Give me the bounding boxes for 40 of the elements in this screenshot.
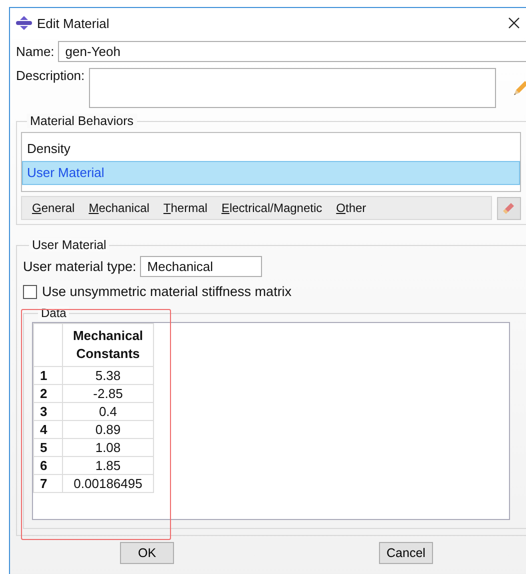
group-title: User Material [29, 238, 110, 252]
field-label: Description: [16, 68, 85, 83]
group-title: Material Behaviors [27, 114, 137, 128]
table-cell[interactable]: 0.4 [62, 402, 154, 420]
window-title: Edit Material [37, 16, 110, 30]
name-field[interactable]: gen-Yeoh [58, 41, 526, 62]
dialog-button[interactable]: OK [120, 542, 174, 564]
behavior-item[interactable]: Density [22, 137, 520, 161]
eraser-icon [502, 201, 516, 215]
table-cell[interactable]: 0.00186495 [62, 474, 154, 492]
row-number: 4 [34, 420, 62, 438]
pencil-icon[interactable] [512, 78, 526, 96]
type-field[interactable]: Mechanical [140, 256, 262, 277]
checkbox[interactable] [23, 284, 37, 298]
menu-item[interactable]: Mechanical [88, 201, 150, 215]
field-label: Name: [16, 44, 54, 59]
field-label: User material type: [23, 259, 136, 274]
table-cell[interactable]: 5.38 [62, 366, 154, 384]
close-icon[interactable] [508, 17, 520, 29]
menu-item[interactable]: Other [336, 201, 366, 215]
eraser-button[interactable] [497, 196, 521, 220]
table-cell[interactable]: 0.89 [62, 420, 154, 438]
behavior-item[interactable]: User Material [22, 161, 520, 185]
menu-item[interactable]: Electrical/Magnetic [221, 201, 322, 215]
row-number: 3 [34, 402, 62, 420]
column-header: Mechanical Constants [62, 324, 154, 366]
row-number: 7 [34, 474, 62, 492]
row-number: 6 [34, 456, 62, 474]
table-cell[interactable]: -2.85 [62, 384, 154, 402]
row-number: 1 [34, 366, 62, 384]
row-number: 2 [34, 384, 62, 402]
table-cell[interactable]: 1.08 [62, 438, 154, 456]
description-field[interactable] [88, 68, 496, 108]
checkbox-label[interactable]: Use unsymmetric material stiffness matrix [42, 284, 292, 299]
dialog-button[interactable]: Cancel [379, 542, 433, 564]
row-number: 5 [34, 438, 62, 456]
menu-item[interactable]: General [32, 201, 75, 215]
table-cell[interactable]: 1.85 [62, 456, 154, 474]
menu-item[interactable]: Thermal [163, 201, 208, 215]
app-icon [16, 16, 32, 30]
